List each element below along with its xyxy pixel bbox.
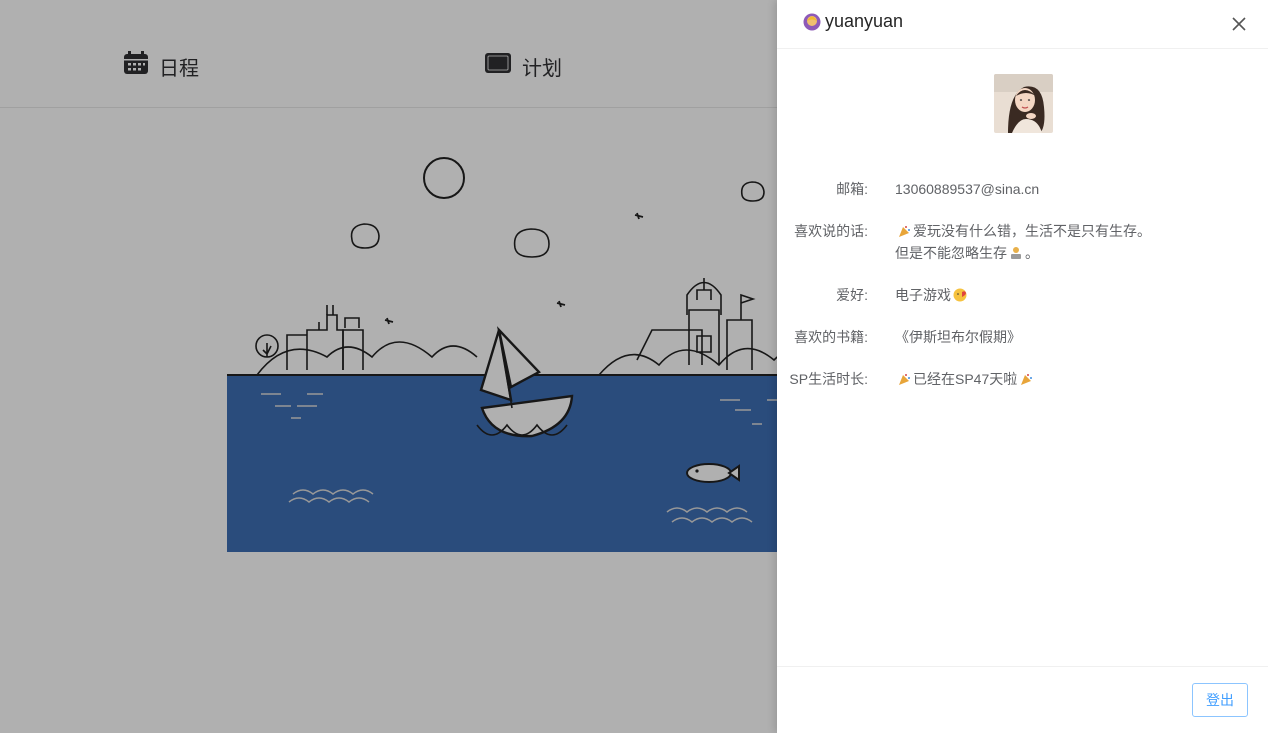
drawer-title-text: yuanyuan bbox=[825, 11, 904, 31]
book-value: 《伊斯坦布尔假期》 bbox=[895, 329, 1021, 345]
motto-label: 喜欢说的话: bbox=[794, 223, 868, 239]
motto-line2-end: 。 bbox=[1025, 245, 1039, 261]
user-emoji-icon bbox=[803, 13, 821, 31]
avatar bbox=[994, 74, 1053, 133]
profile-row-email: 邮箱: 13060889537@sina.cn bbox=[777, 178, 1268, 200]
profile-row-motto: 喜欢说的话: 爱玩没有什么错，生活不是只有生存。 但是不能忽略生存 。 bbox=[777, 220, 1268, 264]
party-popper-icon bbox=[1019, 370, 1033, 385]
hobby-value: 电子游戏 bbox=[895, 284, 1195, 306]
person-working-icon bbox=[1009, 244, 1023, 259]
drawer-title: yuanyuan bbox=[803, 11, 903, 32]
duration-value: 已经在SP47天啦 bbox=[895, 368, 1195, 390]
drawer-footer: 登出 bbox=[777, 666, 1268, 733]
party-popper-icon bbox=[897, 370, 911, 385]
motto-value: 爱玩没有什么错，生活不是只有生存。 但是不能忽略生存 。 bbox=[895, 220, 1195, 264]
motto-line2: 但是不能忽略生存 bbox=[895, 245, 1007, 261]
hobby-text: 电子游戏 bbox=[895, 287, 951, 303]
logout-button[interactable]: 登出 bbox=[1192, 683, 1248, 717]
profile-row-duration: SP生活时长: 已经在SP47天啦 bbox=[777, 368, 1268, 390]
profile-row-hobby: 爱好: 电子游戏 bbox=[777, 284, 1268, 306]
email-value: 13060889537@sina.cn bbox=[895, 181, 1040, 197]
profile-info: 邮箱: 13060889537@sina.cn 喜欢说的话: 爱玩没有什么错，生… bbox=[777, 178, 1268, 410]
party-popper-icon bbox=[897, 222, 911, 237]
drawer-header: yuanyuan bbox=[777, 0, 1268, 49]
close-icon[interactable] bbox=[1228, 13, 1250, 35]
book-label: 喜欢的书籍: bbox=[794, 329, 868, 345]
profile-row-book: 喜欢的书籍: 《伊斯坦布尔假期》 bbox=[777, 326, 1268, 348]
duration-text: 已经在SP47天啦 bbox=[913, 371, 1018, 387]
email-label: 邮箱: bbox=[836, 181, 868, 197]
kissing-face-icon bbox=[953, 286, 967, 302]
motto-line1: 爱玩没有什么错，生活不是只有生存。 bbox=[913, 223, 1151, 239]
hobby-label: 爱好: bbox=[836, 287, 868, 303]
user-profile-drawer: yuanyuan 邮箱: 13060889537@sina.cn 喜欢说的话: … bbox=[777, 0, 1268, 733]
duration-label: SP生活时长: bbox=[789, 371, 868, 387]
